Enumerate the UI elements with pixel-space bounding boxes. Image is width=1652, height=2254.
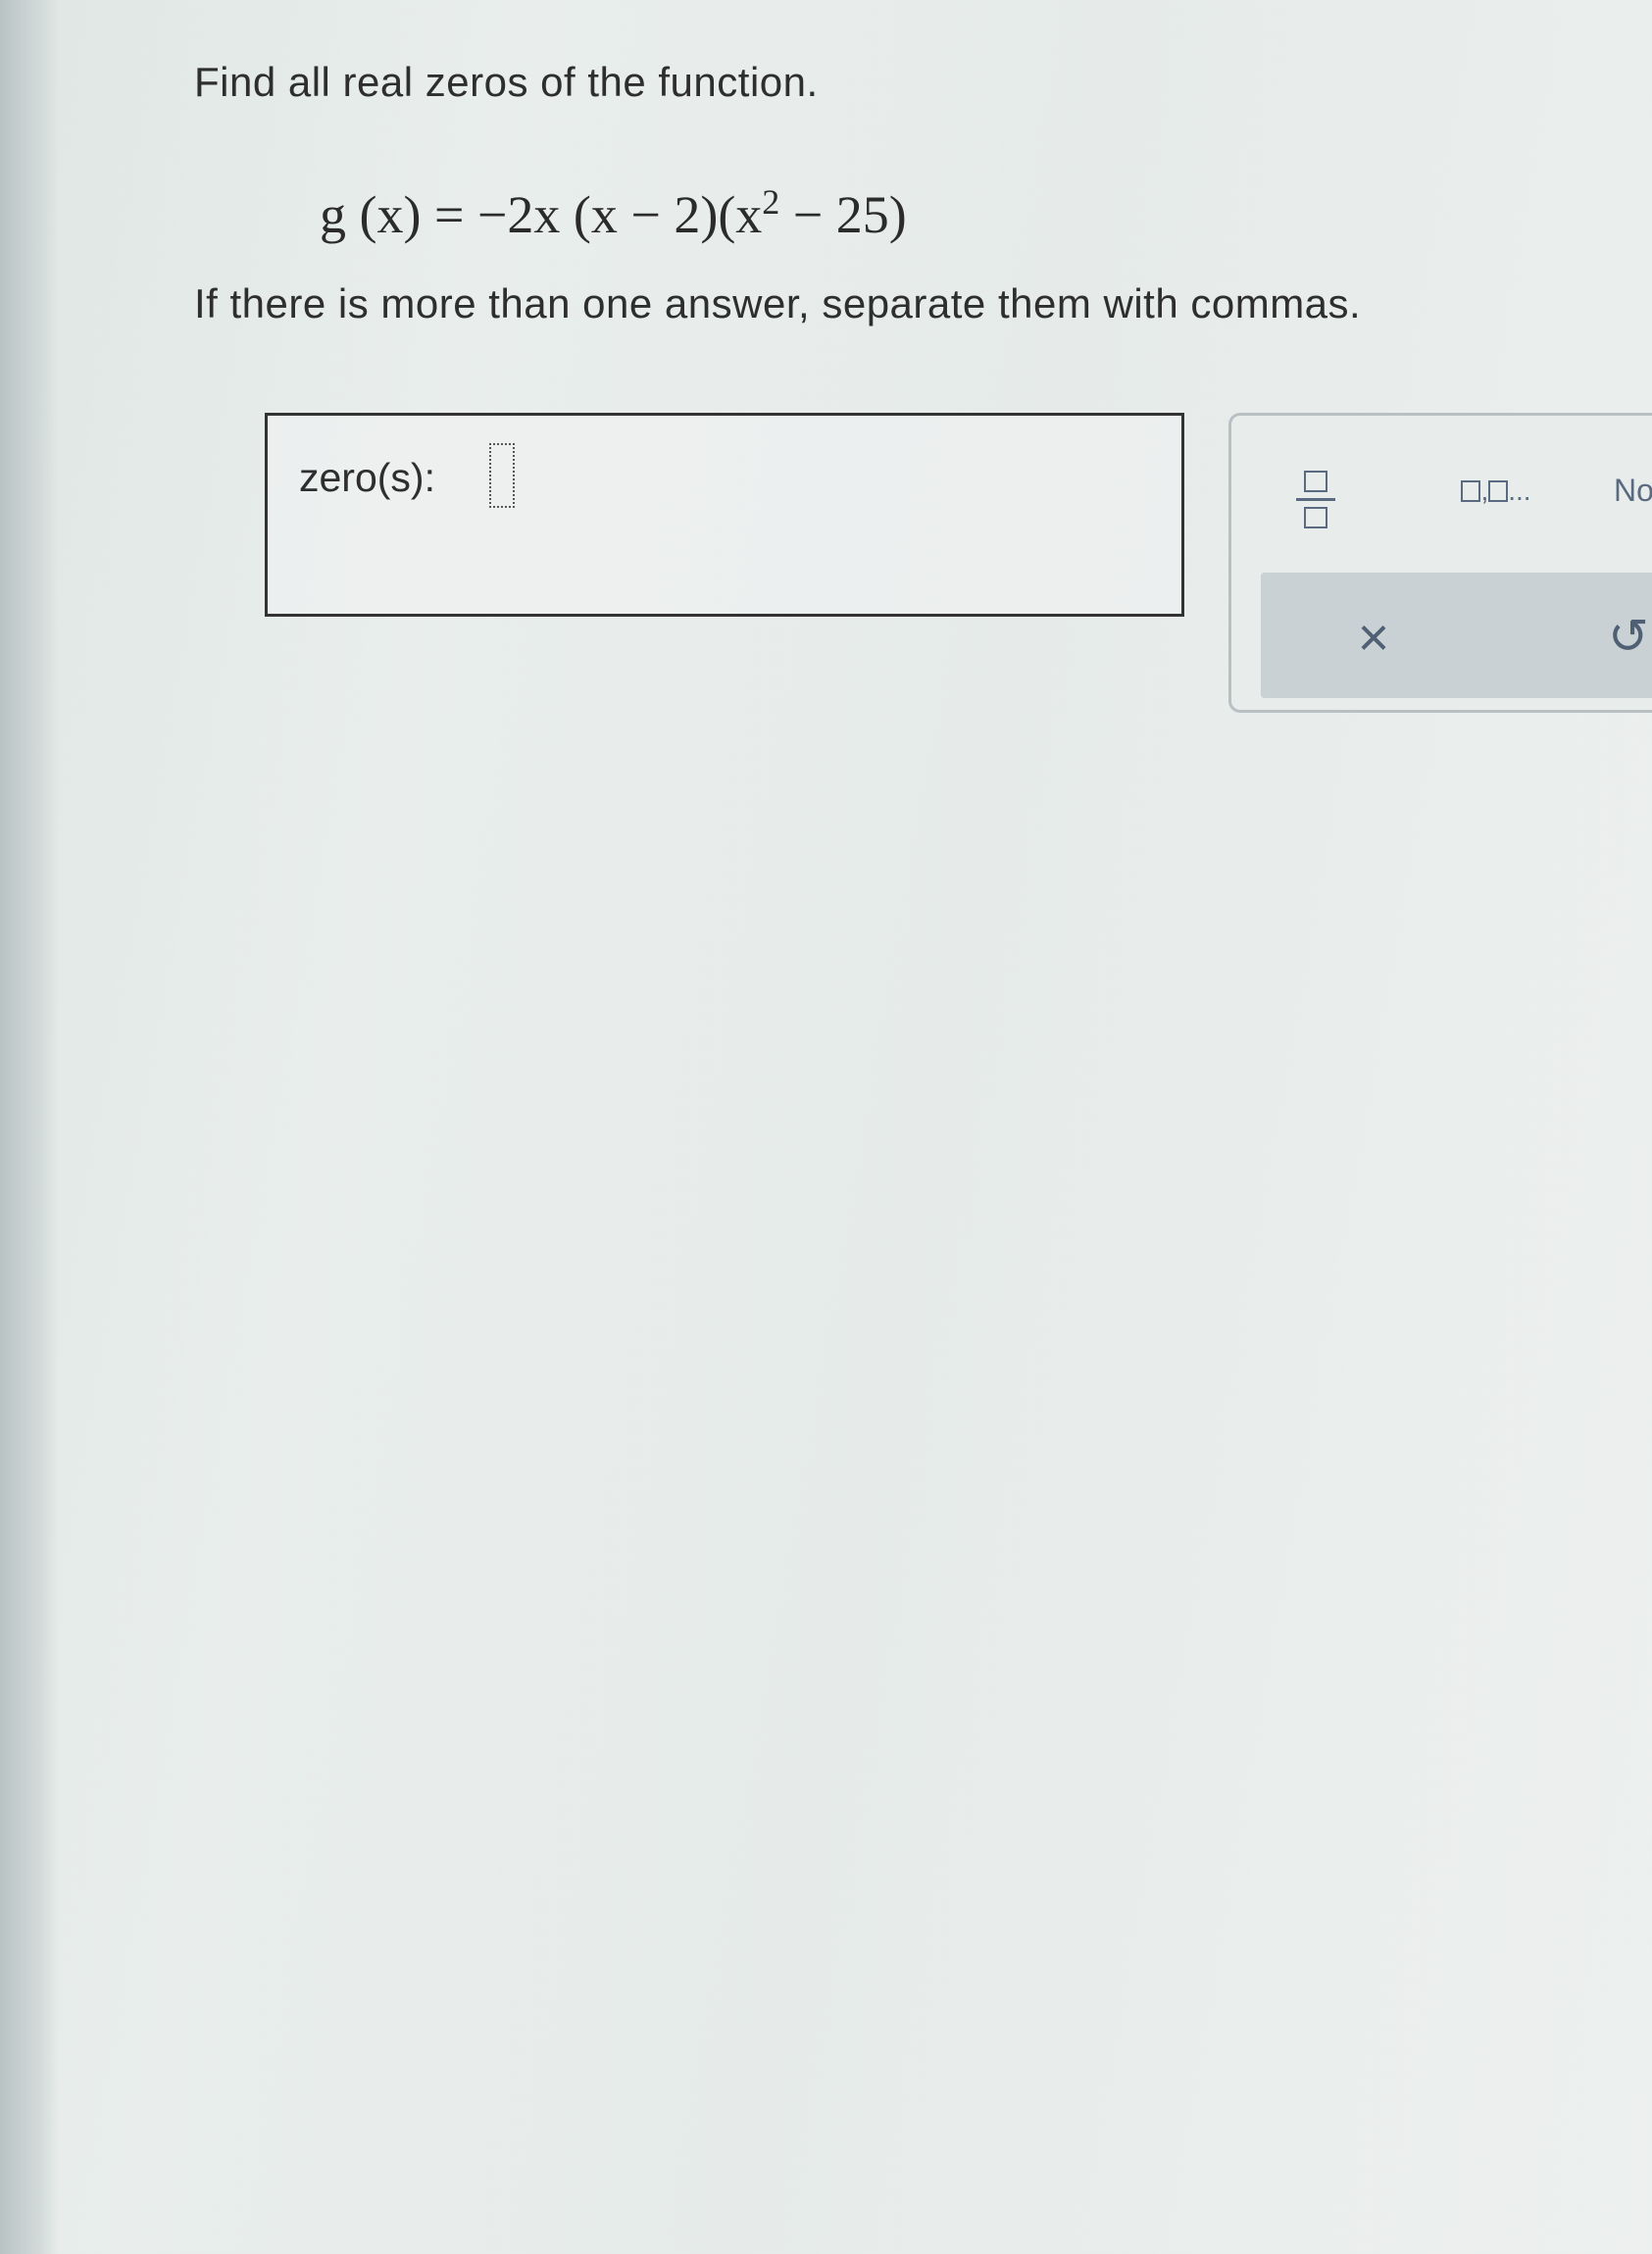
- equation-factor-2: (x − 2): [560, 185, 719, 244]
- fraction-numerator-icon: [1304, 470, 1327, 492]
- zeros-input[interactable]: [489, 443, 515, 508]
- list-button[interactable]: , ...: [1437, 467, 1555, 516]
- fraction-denominator-icon: [1304, 506, 1327, 528]
- no-solution-button[interactable]: No: [1614, 471, 1652, 510]
- equation-factor-3-open: (x: [718, 185, 763, 244]
- equation-factor-3-close: − 25): [779, 185, 907, 244]
- close-icon: ×: [1357, 605, 1390, 668]
- list-ellipsis: ...: [1508, 476, 1531, 506]
- fraction-button[interactable]: [1288, 455, 1343, 543]
- question-instructions: If there is more than one answer, separa…: [194, 280, 1362, 326]
- equation-lhs: g (x) =: [320, 185, 477, 244]
- undo-button[interactable]: ↺: [1594, 602, 1652, 671]
- left-edge-shade: [0, 0, 59, 2254]
- function-equation: g (x) = −2x (x − 2)(x2 − 25): [320, 181, 907, 245]
- math-keypad: , ... No × ↺: [1228, 413, 1652, 713]
- answer-label: zero(s):: [299, 455, 435, 500]
- fraction-bar-icon: [1296, 497, 1335, 501]
- no-solution-label: No: [1614, 472, 1652, 508]
- list-comma: ,: [1480, 476, 1489, 506]
- undo-icon: ↺: [1608, 609, 1649, 664]
- question-prompt: Find all real zeros of the function.: [194, 59, 819, 105]
- equation-factor-1: −2x: [476, 185, 561, 244]
- keypad-action-bar: × ↺: [1261, 573, 1652, 698]
- list-box-icon: [1488, 480, 1509, 502]
- list-box-icon: [1461, 480, 1481, 502]
- clear-button[interactable]: ×: [1339, 602, 1408, 671]
- answer-box: zero(s):: [265, 413, 1184, 617]
- equation-exponent: 2: [762, 182, 780, 222]
